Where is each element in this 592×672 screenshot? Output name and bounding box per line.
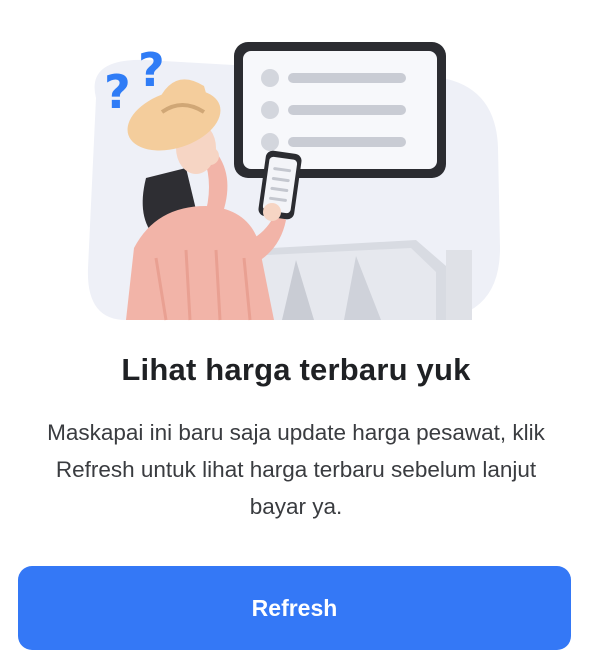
svg-text:?: ? [138, 43, 165, 97]
price-update-illustration: ? ? [86, 28, 506, 328]
refresh-button[interactable]: Refresh [18, 566, 571, 650]
dialog-title: Lihat harga terbaru yuk [121, 352, 471, 387]
dialog-description: Maskapai ini baru saja update harga pesa… [47, 420, 545, 519]
svg-text:?: ? [104, 65, 131, 119]
